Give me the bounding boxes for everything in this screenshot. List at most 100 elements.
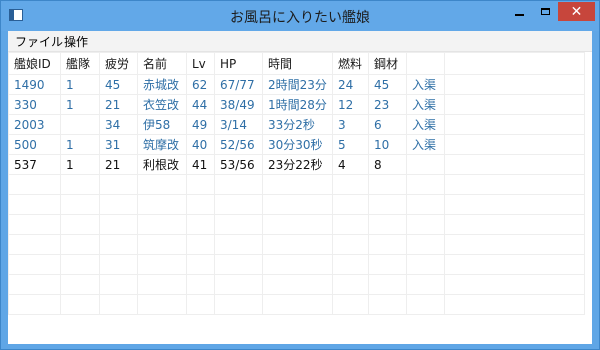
- col-header-action: [406, 52, 445, 75]
- dock-button[interactable]: 入渠: [406, 74, 445, 95]
- empty-cell: [406, 174, 445, 195]
- table-row[interactable]: 537 1 21 利根改 41 53/56 23分22秒 4 8: [8, 154, 585, 175]
- cell-fleet: 1: [60, 154, 100, 175]
- cell-id: 1490: [8, 74, 61, 95]
- empty-cell: [444, 154, 585, 175]
- col-header-hp[interactable]: HP: [214, 52, 263, 75]
- empty-cell: [99, 174, 138, 195]
- empty-cell: [60, 254, 100, 275]
- col-header-lv[interactable]: Lv: [186, 52, 215, 75]
- empty-cell: [368, 254, 407, 275]
- empty-cell: [406, 214, 445, 235]
- app-window: お風呂に入りたい艦娘 ✕ ファイル 操作 艦娘ID 艦隊 疲労 名前 Lv HP…: [0, 0, 600, 350]
- menu-operation[interactable]: 操作: [60, 33, 92, 50]
- empty-cell: [444, 234, 585, 255]
- cell-id: 2003: [8, 114, 61, 135]
- empty-cell: [444, 134, 585, 155]
- cell-fuel: 24: [332, 74, 369, 95]
- empty-cell: [8, 254, 61, 275]
- col-header-fatigue[interactable]: 疲労: [99, 52, 138, 75]
- dock-button[interactable]: 入渠: [406, 134, 445, 155]
- empty-cell: [444, 174, 585, 195]
- empty-cell: [60, 294, 100, 315]
- cell-lv: 44: [186, 94, 215, 115]
- minimize-button[interactable]: [506, 2, 532, 21]
- empty-cell: [60, 274, 100, 295]
- empty-cell: [186, 194, 215, 215]
- cell-fatigue: 21: [99, 154, 138, 175]
- empty-row: [8, 194, 585, 215]
- table-row[interactable]: 500 1 31 筑摩改 40 52/56 30分30秒 5 10 入渠: [8, 134, 585, 155]
- maximize-button[interactable]: [532, 2, 558, 21]
- dock-button[interactable]: 入渠: [406, 114, 445, 135]
- empty-row: [8, 274, 585, 295]
- cell-lv: 40: [186, 134, 215, 155]
- col-header-steel[interactable]: 鋼材: [368, 52, 407, 75]
- empty-cell: [368, 214, 407, 235]
- empty-cell: [8, 214, 61, 235]
- dock-button: [406, 154, 445, 175]
- empty-cell: [137, 234, 187, 255]
- col-header-name[interactable]: 名前: [137, 52, 187, 75]
- empty-cell: [332, 174, 369, 195]
- ship-table: 艦娘ID 艦隊 疲労 名前 Lv HP 時間 燃料 鋼材 1490 1 45 赤城改 6…: [8, 52, 585, 315]
- empty-cell: [214, 174, 263, 195]
- client-area: ファイル 操作 艦娘ID 艦隊 疲労 名前 Lv HP 時間 燃料 鋼材 149…: [8, 31, 592, 344]
- empty-cell: [444, 74, 585, 95]
- empty-cell: [137, 214, 187, 235]
- empty-cell: [368, 274, 407, 295]
- empty-cell: [332, 214, 369, 235]
- empty-cell: [186, 274, 215, 295]
- empty-cell: [186, 234, 215, 255]
- cell-fleet: [60, 114, 100, 135]
- ship-grid[interactable]: 艦娘ID 艦隊 疲労 名前 Lv HP 時間 燃料 鋼材 1490 1 45 赤城改 6…: [8, 52, 592, 344]
- cell-lv: 49: [186, 114, 215, 135]
- empty-cell: [214, 274, 263, 295]
- col-header-time[interactable]: 時間: [262, 52, 333, 75]
- cell-fleet: 1: [60, 94, 100, 115]
- col-header-fleet[interactable]: 艦隊: [60, 52, 100, 75]
- empty-cell: [262, 294, 333, 315]
- empty-cell: [406, 254, 445, 275]
- close-button[interactable]: ✕: [558, 2, 595, 21]
- cell-fuel: 4: [332, 154, 369, 175]
- cell-name: 伊58: [137, 114, 187, 135]
- dock-button[interactable]: 入渠: [406, 94, 445, 115]
- cell-fleet: 1: [60, 134, 100, 155]
- cell-steel: 10: [368, 134, 407, 155]
- cell-time: 2時間23分: [262, 74, 333, 95]
- empty-cell: [99, 254, 138, 275]
- empty-row: [8, 214, 585, 235]
- cell-fatigue: 21: [99, 94, 138, 115]
- table-row[interactable]: 2003 34 伊58 49 3/14 33分2秒 3 6 入渠: [8, 114, 585, 135]
- empty-cell: [8, 174, 61, 195]
- empty-cell: [444, 294, 585, 315]
- empty-cell: [214, 234, 263, 255]
- col-header-id[interactable]: 艦娘ID: [8, 52, 61, 75]
- cell-hp: 38/49: [214, 94, 263, 115]
- empty-cell: [8, 294, 61, 315]
- cell-fleet: 1: [60, 74, 100, 95]
- empty-cell: [99, 294, 138, 315]
- empty-cell: [406, 274, 445, 295]
- empty-cell: [137, 254, 187, 275]
- empty-cell: [444, 94, 585, 115]
- cell-steel: 6: [368, 114, 407, 135]
- title-bar[interactable]: お風呂に入りたい艦娘 ✕: [1, 1, 599, 31]
- cell-steel: 45: [368, 74, 407, 95]
- col-header-fuel[interactable]: 燃料: [332, 52, 369, 75]
- minimize-icon: [514, 13, 524, 16]
- menu-file[interactable]: ファイル: [11, 33, 67, 50]
- cell-hp: 3/14: [214, 114, 263, 135]
- cell-fuel: 12: [332, 94, 369, 115]
- empty-cell: [332, 274, 369, 295]
- empty-cell: [368, 294, 407, 315]
- empty-cell: [444, 214, 585, 235]
- empty-cell: [60, 234, 100, 255]
- empty-cell: [262, 274, 333, 295]
- empty-cell: [332, 294, 369, 315]
- table-row[interactable]: 330 1 21 衣笠改 44 38/49 1時間28分 12 23 入渠: [8, 94, 585, 115]
- table-row[interactable]: 1490 1 45 赤城改 62 67/77 2時間23分 24 45 入渠: [8, 74, 585, 95]
- empty-cell: [99, 234, 138, 255]
- empty-cell: [262, 174, 333, 195]
